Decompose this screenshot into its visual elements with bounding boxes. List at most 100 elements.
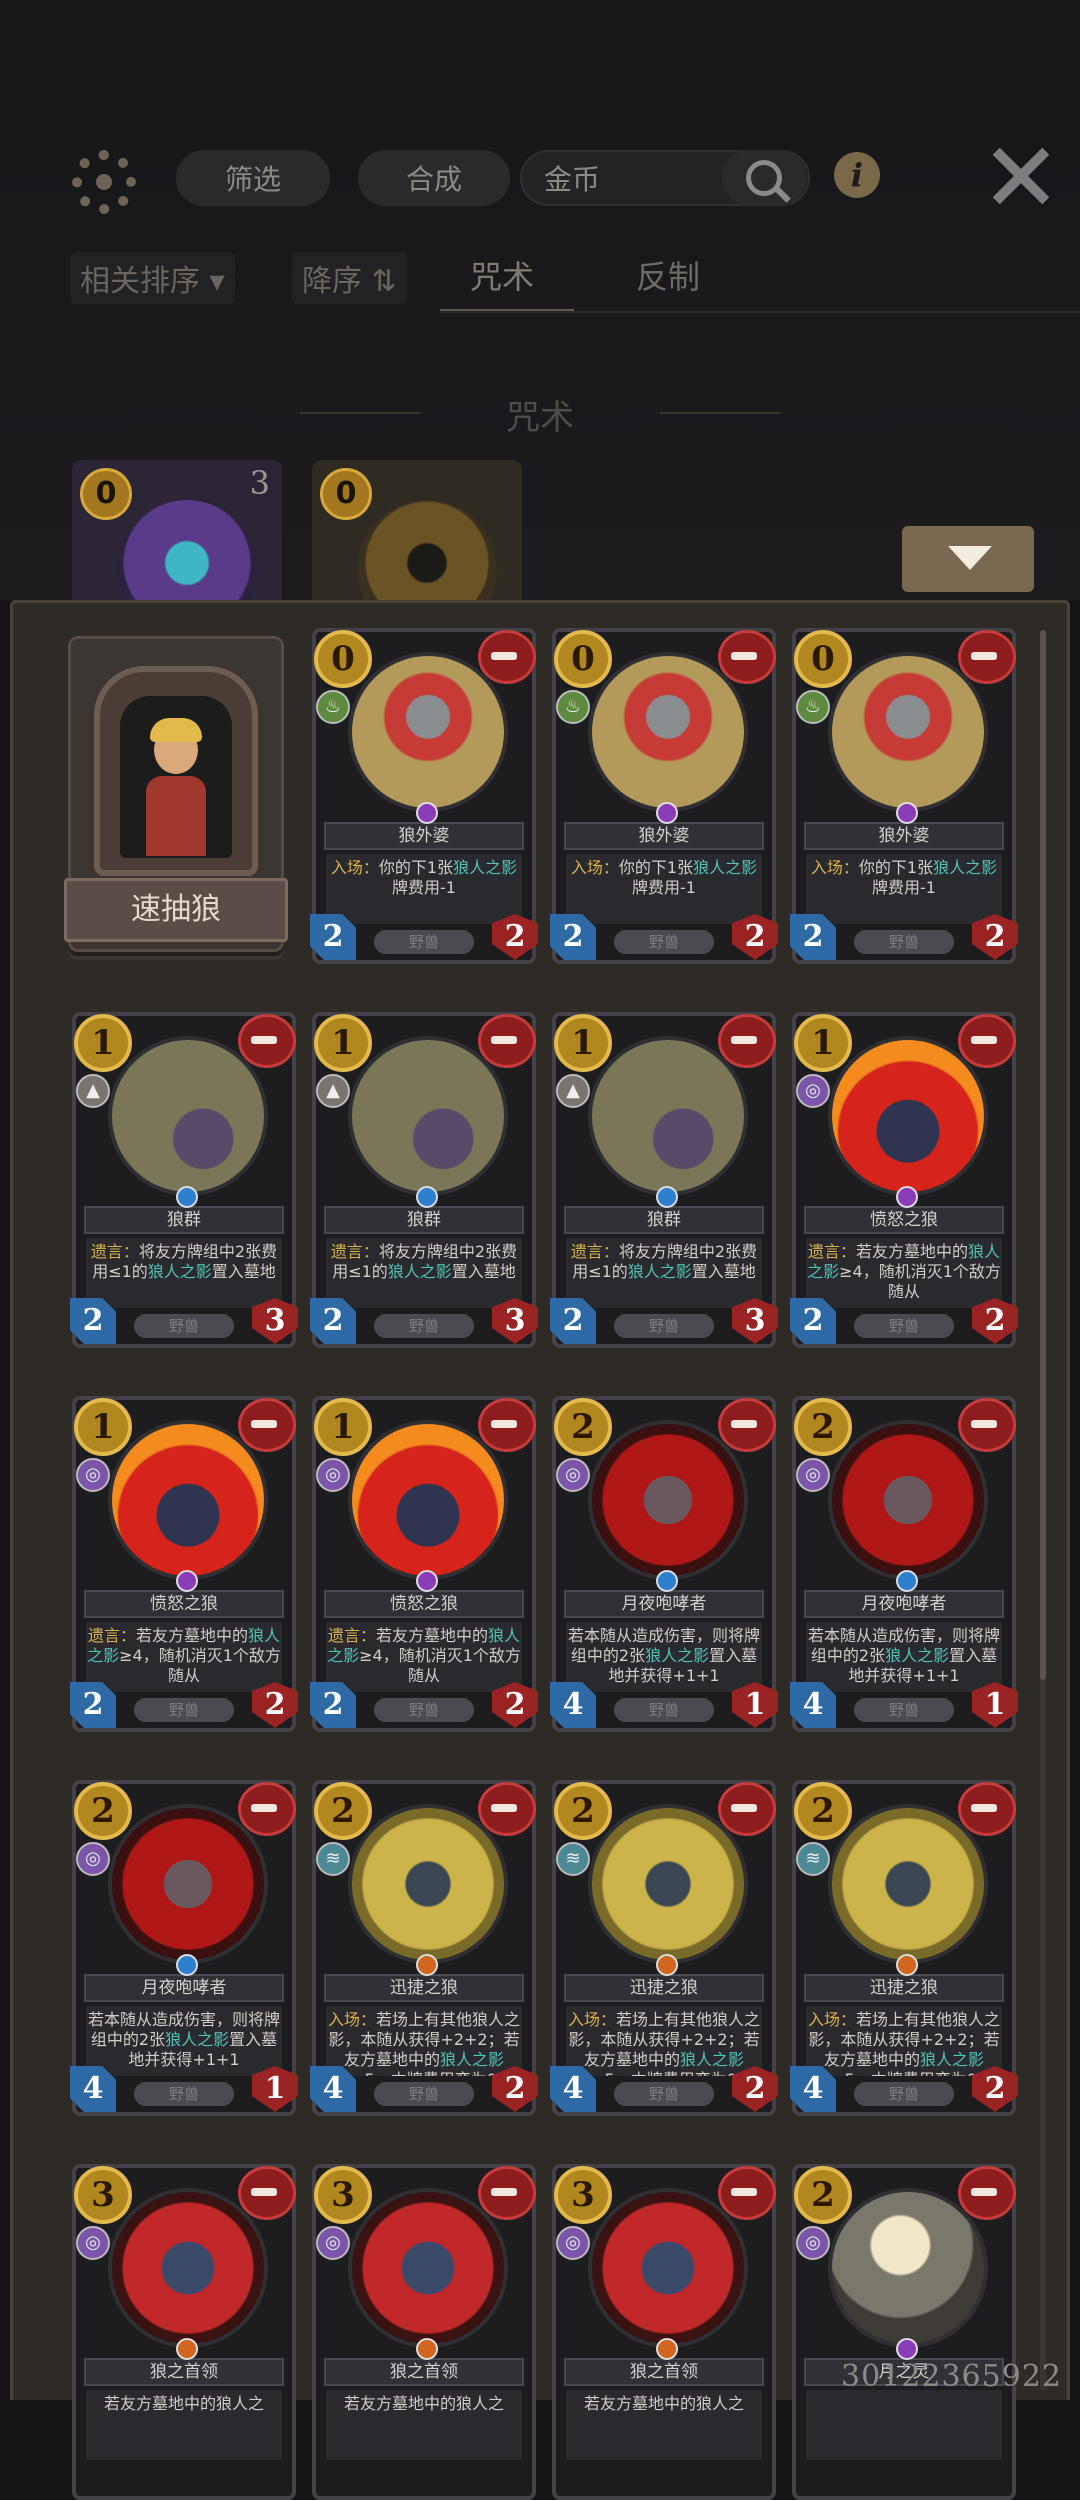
card-0[interactable]: 0 ♨ 狼外婆 入场：你的下1张狼人之影牌费用-1 2 2 野兽 [312, 628, 536, 964]
card-name: 狼群 [324, 1206, 524, 1234]
card-5[interactable]: 1 ▲ 狼群 遗言：将友方牌组中2张费用≤1的狼人之影置入墓地 2 3 野兽 [552, 1012, 776, 1348]
card-art [348, 2188, 508, 2348]
attack-icon: 4 [310, 2066, 356, 2112]
card-3[interactable]: 1 ▲ 狼群 遗言：将友方牌组中2张费用≤1的狼人之影置入墓地 2 3 野兽 [72, 1012, 296, 1348]
card-15[interactable]: 3 ◎ 狼之首领 若友方墓地中的狼人之 [72, 2164, 296, 2500]
card-4[interactable]: 1 ▲ 狼群 遗言：将友方牌组中2张费用≤1的狼人之影置入墓地 2 3 野兽 [312, 1012, 536, 1348]
card-13[interactable]: 2 ≋ 迅捷之狼 入场：若场上有其他狼人之影，本随从获得+2+2；若友方墓地中的狼人之… [552, 1780, 776, 2116]
swirl-tribe-icon: ◎ [316, 1458, 350, 1492]
health-icon: 2 [972, 914, 1018, 960]
card-name: 狼外婆 [564, 822, 764, 850]
attack-icon: 2 [70, 1682, 116, 1728]
card-art [348, 1036, 508, 1196]
card-cost: 1 [794, 1014, 852, 1072]
card-16[interactable]: 3 ◎ 狼之首领 若友方墓地中的狼人之 [312, 2164, 536, 2500]
remove-card-button[interactable] [238, 1398, 296, 1452]
remove-card-button[interactable] [718, 2166, 776, 2220]
remove-card-button[interactable] [478, 1782, 536, 1836]
remove-card-button[interactable] [718, 1398, 776, 1452]
swirl-tribe-icon: ◎ [76, 2226, 110, 2260]
card-18[interactable]: 2 ◎ 月之灵 [792, 2164, 1016, 2500]
gear-icon[interactable] [72, 150, 136, 214]
card-name: 愤怒之狼 [804, 1206, 1004, 1234]
rarity-gem-icon [656, 1954, 678, 1976]
card-11[interactable]: 2 ◎ 月夜咆哮者 若本随从造成伤害，则将牌组中的2张狼人之影置入墓地并获得+1+1 4… [72, 1780, 296, 2116]
remove-card-button[interactable] [718, 1014, 776, 1068]
attack-icon: 4 [550, 2066, 596, 2112]
tab-counter[interactable]: 反制 [636, 252, 700, 298]
card-14[interactable]: 2 ≋ 迅捷之狼 入场：若场上有其他狼人之影，本随从获得+2+2；若友方墓地中的狼人之… [792, 1780, 1016, 2116]
scrollbar-thumb[interactable] [1040, 630, 1046, 1680]
card-cost: 2 [554, 1398, 612, 1456]
remove-card-button[interactable] [478, 630, 536, 684]
health-icon: 2 [732, 914, 778, 960]
remove-card-button[interactable] [958, 630, 1016, 684]
remove-card-button[interactable] [958, 1782, 1016, 1836]
remove-card-button[interactable] [718, 1782, 776, 1836]
search-icon [746, 160, 782, 196]
card-7[interactable]: 1 ◎ 愤怒之狼 遗言：若友方墓地中的狼人之影≥4，随机消灭1个敌方随从 2 2 野兽 [72, 1396, 296, 1732]
card-cost: 1 [314, 1014, 372, 1072]
card-17[interactable]: 3 ◎ 狼之首领 若友方墓地中的狼人之 [552, 2164, 776, 2500]
rarity-gem-icon [416, 1186, 438, 1208]
card-type: 野兽 [374, 1314, 474, 1338]
health-icon: 2 [252, 1682, 298, 1728]
card-1[interactable]: 0 ♨ 狼外婆 入场：你的下1张狼人之影牌费用-1 2 2 野兽 [552, 628, 776, 964]
scrollbar[interactable] [1040, 630, 1046, 2390]
card-name: 狼外婆 [804, 822, 1004, 850]
rarity-gem-icon [176, 2338, 198, 2360]
health-icon: 1 [732, 1682, 778, 1728]
collapse-deck-button[interactable] [902, 526, 1034, 592]
filter-button[interactable]: 筛选 [176, 150, 330, 206]
card-name: 月夜咆哮者 [804, 1590, 1004, 1618]
swirl-tribe-icon: ◎ [556, 1458, 590, 1492]
card-2[interactable]: 0 ♨ 狼外婆 入场：你的下1张狼人之影牌费用-1 2 2 野兽 [792, 628, 1016, 964]
rarity-gem-icon [416, 1954, 438, 1976]
card-art [348, 1804, 508, 1964]
remove-card-button[interactable] [718, 630, 776, 684]
info-icon[interactable]: i [834, 152, 880, 198]
craft-button[interactable]: 合成 [358, 150, 510, 206]
remove-card-button[interactable] [478, 1014, 536, 1068]
remove-card-button[interactable] [238, 2166, 296, 2220]
card-art [588, 1420, 748, 1580]
remove-card-button[interactable] [478, 2166, 536, 2220]
attack-icon: 2 [550, 1298, 596, 1344]
remove-card-button[interactable] [958, 1014, 1016, 1068]
card-10[interactable]: 2 ◎ 月夜咆哮者 若本随从造成伤害，则将牌组中的2张狼人之影置入墓地并获得+1+1 4… [792, 1396, 1016, 1732]
card-cost: 0 [554, 630, 612, 688]
sort-dropdown[interactable]: 相关排序 ▾ [70, 252, 235, 304]
card-type: 野兽 [854, 2082, 954, 2106]
card-12[interactable]: 2 ≋ 迅捷之狼 入场：若场上有其他狼人之影，本随从获得+2+2；若友方墓地中的狼人之… [312, 1780, 536, 2116]
deck-hero[interactable]: 速抽狼 [64, 636, 288, 952]
remove-card-button[interactable] [958, 1398, 1016, 1452]
filter-label: 筛选 [224, 163, 281, 196]
rarity-gem-icon [656, 802, 678, 824]
tab-spells[interactable]: 咒术 [439, 252, 575, 312]
card-8[interactable]: 1 ◎ 愤怒之狼 遗言：若友方墓地中的狼人之影≥4，随机消灭1个敌方随从 2 2 野兽 [312, 1396, 536, 1732]
order-toggle[interactable]: 降序 ⇅ [292, 252, 407, 304]
tab-divider [440, 311, 1080, 313]
card-6[interactable]: 1 ◎ 愤怒之狼 遗言：若友方墓地中的狼人之影≥4，随机消灭1个敌方随从 2 2 野兽 [792, 1012, 1016, 1348]
card-name: 狼外婆 [324, 822, 524, 850]
remove-card-button[interactable] [238, 1782, 296, 1836]
card-name: 狼群 [84, 1206, 284, 1234]
rarity-gem-icon [176, 1954, 198, 1976]
swirl-tribe-icon: ◎ [796, 2226, 830, 2260]
attack-icon: 2 [550, 914, 596, 960]
remove-card-button[interactable] [238, 1014, 296, 1068]
card-art [348, 652, 508, 812]
drink-tribe-icon: ♨ [556, 690, 590, 724]
search-button[interactable] [722, 150, 806, 206]
spell-card-0[interactable]: 0 3 [72, 460, 282, 610]
swirl-tribe-icon: ◎ [76, 1842, 110, 1876]
health-icon: 3 [252, 1298, 298, 1344]
spell-art [117, 500, 257, 610]
card-9[interactable]: 2 ◎ 月夜咆哮者 若本随从造成伤害，则将牌组中的2张狼人之影置入墓地并获得+1+1 4… [552, 1396, 776, 1732]
remove-card-button[interactable] [958, 2166, 1016, 2220]
close-icon[interactable] [990, 145, 1050, 205]
remove-card-button[interactable] [478, 1398, 536, 1452]
card-type: 野兽 [614, 1314, 714, 1338]
section-title: 咒术 [0, 390, 1080, 439]
spell-card-1[interactable]: 0 [312, 460, 522, 610]
